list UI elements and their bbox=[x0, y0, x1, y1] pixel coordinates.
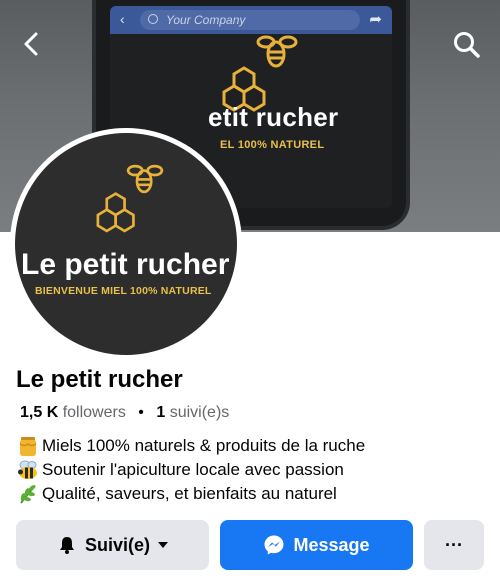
message-button[interactable]: Message bbox=[220, 520, 413, 570]
phone-search-placeholder: Your Company bbox=[166, 13, 246, 27]
more-options-icon: ··· bbox=[445, 534, 463, 555]
bio-text: Miels 100% naturels & produits de la ruc… bbox=[42, 436, 366, 455]
following-count[interactable]: 1 bbox=[156, 404, 165, 421]
followers-count[interactable]: 1,5 K bbox=[20, 404, 58, 421]
profile-stats: 1,5 K followers • 1 suivi(e)s bbox=[20, 404, 229, 422]
bee-icon bbox=[16, 459, 40, 481]
stats-separator: • bbox=[138, 404, 144, 421]
phone-back-icon: ‹ bbox=[120, 11, 125, 27]
profile-avatar[interactable]: Le petit rucher BIENVENUE MIEL 100% NATU… bbox=[10, 128, 242, 360]
profile-bio: Miels 100% naturels & produits de la ruc… bbox=[16, 434, 365, 506]
avatar-image: Le petit rucher BIENVENUE MIEL 100% NATU… bbox=[15, 133, 237, 355]
followers-label[interactable]: followers bbox=[63, 404, 126, 421]
messenger-icon bbox=[263, 534, 285, 556]
following-button-label: Suivi(e) bbox=[84, 534, 150, 555]
bio-text: Qualité, saveurs, et bienfaits au nature… bbox=[42, 484, 337, 503]
following-button[interactable]: Suivi(e) bbox=[16, 520, 209, 570]
phone-browser-bar: ‹ Your Company ➦ bbox=[110, 6, 392, 34]
cover-brand-title: etit rucher bbox=[208, 102, 339, 132]
bell-icon bbox=[57, 535, 77, 555]
page-title: Le petit rucher bbox=[16, 366, 183, 393]
cover-brand-subtitle: EL 100% NATUREL bbox=[220, 139, 325, 151]
back-arrow-icon[interactable] bbox=[18, 30, 46, 58]
avatar-brand-subtitle: BIENVENUE MIEL 100% NATUREL bbox=[35, 285, 212, 297]
honey-pot-icon bbox=[16, 435, 40, 457]
more-options-button[interactable]: ··· bbox=[424, 520, 484, 570]
phone-share-icon: ➦ bbox=[369, 11, 382, 28]
phone-search-field: Your Company bbox=[140, 10, 360, 30]
following-label[interactable]: suivi(e)s bbox=[170, 404, 230, 421]
bio-line: Soutenir l'apiculture locale avec passio… bbox=[16, 458, 365, 482]
bio-line: Qualité, saveurs, et bienfaits au nature… bbox=[16, 482, 365, 506]
avatar-brand-title: Le petit rucher bbox=[21, 248, 230, 281]
chevron-down-icon bbox=[158, 542, 168, 548]
herb-icon bbox=[16, 483, 40, 505]
bio-line: Miels 100% naturels & produits de la ruc… bbox=[16, 434, 365, 458]
search-icon[interactable] bbox=[452, 30, 482, 60]
message-button-label: Message bbox=[293, 534, 370, 555]
avatar-bee-logo-icon bbox=[96, 164, 164, 233]
bio-text: Soutenir l'apiculture locale avec passio… bbox=[42, 460, 344, 479]
phone-search-icon bbox=[148, 14, 158, 24]
